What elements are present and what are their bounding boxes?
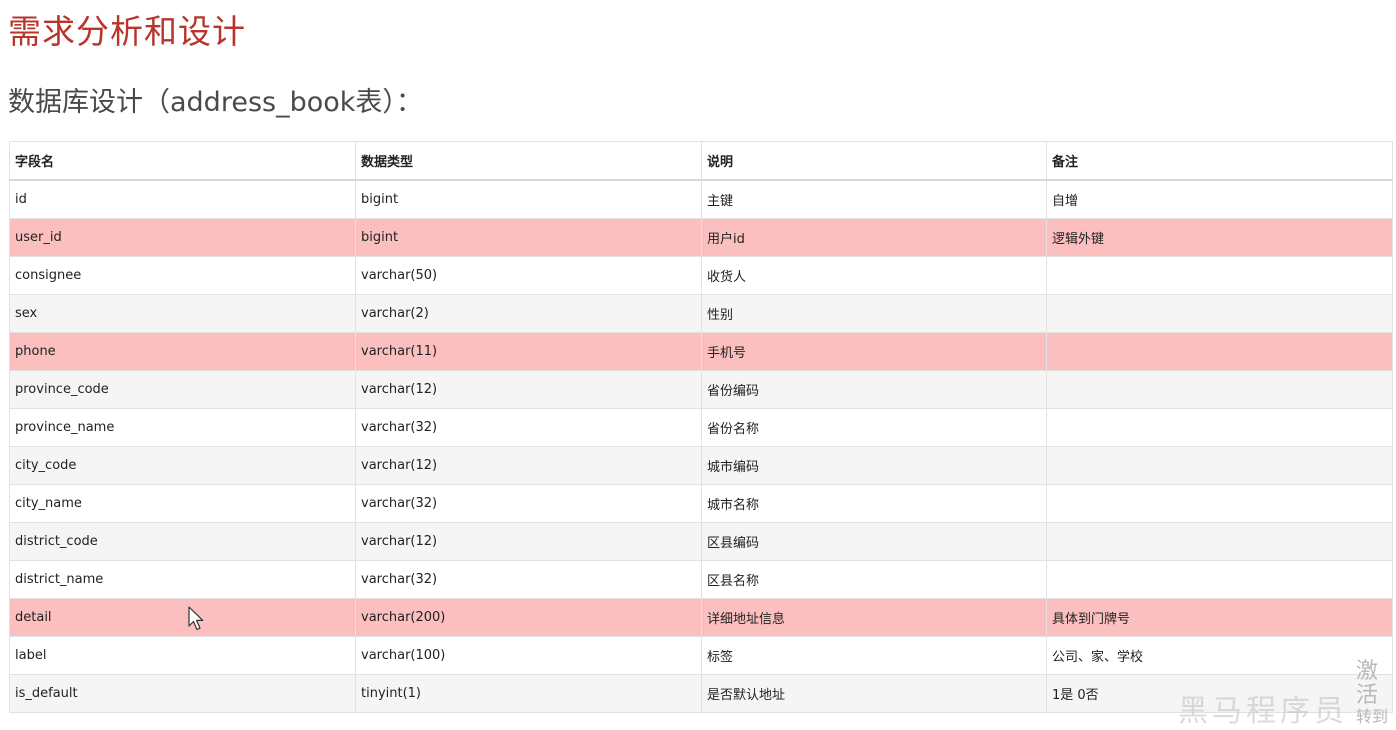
- cell-data-type: bigint: [355, 179, 702, 219]
- activate-line-2: 转到: [1356, 707, 1389, 727]
- cell-data-type: varchar(32): [355, 408, 702, 447]
- header-field-name: 字段名: [9, 141, 356, 181]
- cell-data-type: bigint: [355, 218, 702, 257]
- table-row: sex varchar(2) 性别: [9, 294, 1393, 333]
- cell-field-name: province_name: [9, 408, 356, 447]
- cell-note: [1046, 560, 1393, 599]
- cell-data-type: varchar(100): [355, 636, 702, 675]
- cell-field-name: consignee: [9, 256, 356, 295]
- table-row: province_code varchar(12) 省份编码: [9, 370, 1393, 409]
- cell-data-type: varchar(12): [355, 370, 702, 409]
- table-row: district_name varchar(32) 区县名称: [9, 560, 1393, 599]
- cell-description: 用户id: [701, 218, 1047, 257]
- cell-field-name: is_default: [9, 674, 356, 713]
- cell-data-type: tinyint(1): [355, 674, 702, 713]
- table-row: city_code varchar(12) 城市编码: [9, 446, 1393, 485]
- cell-data-type: varchar(32): [355, 560, 702, 599]
- schema-table: 字段名 数据类型 说明 备注 id bigint 主键 自增 user_id bigint…: [9, 141, 1393, 713]
- table-row: district_code varchar(12) 区县编码: [9, 522, 1393, 561]
- cell-data-type: varchar(32): [355, 484, 702, 523]
- cell-description: 性别: [701, 294, 1047, 333]
- cell-data-type: varchar(11): [355, 332, 702, 371]
- cell-field-name: district_name: [9, 560, 356, 599]
- cell-field-name: province_code: [9, 370, 356, 409]
- cell-description: 省份名称: [701, 408, 1047, 447]
- cell-data-type: varchar(200): [355, 598, 702, 637]
- table-row: consignee varchar(50) 收货人: [9, 256, 1393, 295]
- cell-data-type: varchar(12): [355, 446, 702, 485]
- cell-description: 主键: [701, 179, 1047, 219]
- cell-description: 手机号: [701, 332, 1047, 371]
- page-title: 需求分析和设计: [8, 12, 246, 51]
- cell-note: 具体到门牌号: [1046, 598, 1393, 637]
- cell-note: [1046, 522, 1393, 561]
- cell-note: [1046, 370, 1393, 409]
- cell-description: 省份编码: [701, 370, 1047, 409]
- cell-data-type: varchar(2): [355, 294, 702, 333]
- section-subtitle: 数据库设计（address_book表）：: [8, 87, 423, 118]
- cell-description: 标签: [701, 636, 1047, 675]
- cell-field-name: id: [9, 179, 356, 219]
- cell-field-name: label: [9, 636, 356, 675]
- activate-line-1: 激活: [1356, 659, 1379, 709]
- cell-note: 自增: [1046, 179, 1393, 219]
- table-header-row: 字段名 数据类型 说明 备注: [9, 141, 1393, 181]
- table-row: province_name varchar(32) 省份名称: [9, 408, 1393, 447]
- cell-data-type: varchar(50): [355, 256, 702, 295]
- cell-note: [1046, 484, 1393, 523]
- cell-field-name: detail: [9, 598, 356, 637]
- mouse-pointer-icon: [188, 606, 204, 631]
- cell-field-name: phone: [9, 332, 356, 371]
- table-row: phone varchar(11) 手机号: [9, 332, 1393, 371]
- cell-description: 区县名称: [701, 560, 1047, 599]
- table-row: city_name varchar(32) 城市名称: [9, 484, 1393, 523]
- cell-field-name: district_code: [9, 522, 356, 561]
- cell-data-type: varchar(12): [355, 522, 702, 561]
- cell-note: [1046, 332, 1393, 371]
- table-row: user_id bigint 用户id 逻辑外键: [9, 218, 1393, 257]
- cell-description: 城市编码: [701, 446, 1047, 485]
- cell-description: 是否默认地址: [701, 674, 1047, 713]
- cell-note: [1046, 294, 1393, 333]
- cell-note: 公司、家、学校: [1046, 636, 1393, 675]
- activate-windows-notice: 激活 转到: [1356, 659, 1396, 727]
- header-data-type: 数据类型: [355, 141, 702, 181]
- cell-description: 收货人: [701, 256, 1047, 295]
- table-row: detail varchar(200) 详细地址信息 具体到门牌号: [9, 598, 1393, 637]
- watermark: 黑马程序员: [1178, 694, 1348, 729]
- header-note: 备注: [1046, 141, 1393, 181]
- cell-field-name: city_code: [9, 446, 356, 485]
- cell-note: 逻辑外键: [1046, 218, 1393, 257]
- cell-description: 城市名称: [701, 484, 1047, 523]
- cell-description: 详细地址信息: [701, 598, 1047, 637]
- cell-description: 区县编码: [701, 522, 1047, 561]
- cell-field-name: city_name: [9, 484, 356, 523]
- cell-field-name: sex: [9, 294, 356, 333]
- cell-note: [1046, 446, 1393, 485]
- header-description: 说明: [701, 141, 1047, 181]
- table-row: id bigint 主键 自增: [9, 179, 1393, 219]
- cell-note: [1046, 256, 1393, 295]
- cell-field-name: user_id: [9, 218, 356, 257]
- cell-note: [1046, 408, 1393, 447]
- table-row: label varchar(100) 标签 公司、家、学校: [9, 636, 1393, 675]
